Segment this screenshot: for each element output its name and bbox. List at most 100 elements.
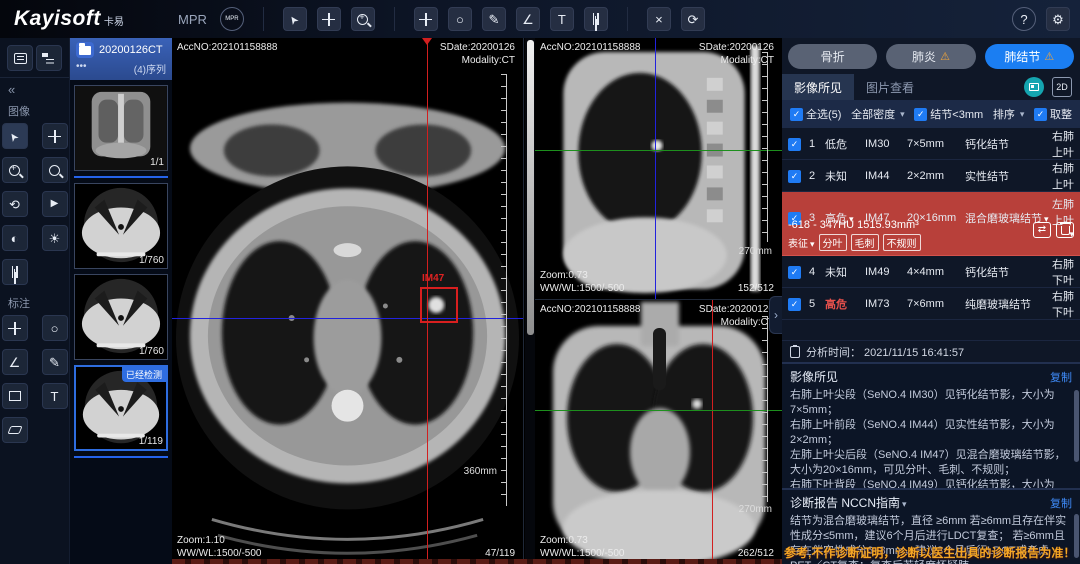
crosshair-tool-button[interactable] [414,7,438,31]
series-thumbnail-selected[interactable]: 已经检测 1/119 [74,365,168,451]
layout-list-button[interactable] [7,45,33,71]
top-toolbar: Kayisoft 卡易 MPR MPR ➤ ○ ✎ ∠ T × ⟳ ? ⚙ [0,0,1080,38]
play-icon: ▶ [51,199,59,209]
row-checkbox[interactable]: ✓ [788,138,801,151]
settings-button[interactable]: ⚙ [1046,7,1070,31]
nodule-row-5[interactable]: ✓ 5 高危 IM73 7×6mm 纯磨玻璃结节 右肺下叶 [782,288,1080,320]
axial-scrollbar[interactable] [525,38,535,564]
window-level-button[interactable] [2,259,28,285]
subtab-findings[interactable]: 影像所见 [782,74,854,101]
row-checkbox[interactable]: ✓ [788,298,801,311]
annotate-pencil-button[interactable]: ✎ [42,349,68,375]
subtab-picture-view[interactable]: 图片查看 [854,74,926,101]
risk-label: 未知 [825,264,865,280]
mpr-mode-button[interactable]: MPR [220,7,244,31]
feature-dropdown[interactable]: 表征▾ [788,235,815,250]
pointer-tool-button[interactable]: ➤ [2,123,28,149]
annotate-ellipse-button[interactable]: ○ [42,315,68,341]
tab-pneumonia[interactable]: 肺炎⚠ [886,44,975,69]
collapse-sidebar-button[interactable]: « [0,78,69,101]
crosshair-marker-icon [422,38,432,45]
row-checkbox[interactable]: ✓ [788,170,801,183]
coronal-crosshair-vertical[interactable] [712,300,713,564]
nodule-roi-box[interactable] [420,287,458,323]
pencil-tool-button[interactable]: ✎ [482,7,506,31]
nodule-type: 纯磨玻璃结节 [965,296,1051,312]
nodule-row-3-selected[interactable]: ✓ 3 高危▾ IM47 20×16mm 混合磨玻璃结节▾ 左肺上叶▾ -618… [782,192,1080,256]
zoom-wwwl-label: Zoom:0.73 WW/WL:1500/-500 [540,534,624,560]
tab-lung-nodule[interactable]: 肺结节⚠ [985,44,1074,69]
nodule-row-1[interactable]: ✓ 1 低危 IM30 7×5mm 钙化结节 右肺上叶 [782,128,1080,160]
2d-view-button[interactable]: 2D [1052,77,1072,97]
row-checkbox[interactable]: ✓ [788,266,801,279]
brightness-button[interactable]: ☀ [42,225,68,251]
more-icon[interactable]: ••• [76,61,87,76]
invert-contrast-button[interactable]: ◐ [2,225,28,251]
delete-nodule-button[interactable] [1056,222,1074,238]
nodule-row-4[interactable]: ✓ 4 未知 IM49 4×4mm 钙化结节 右肺下叶 [782,256,1080,288]
axial-scrollbar-thumb[interactable] [527,40,534,335]
axial-crosshair-horizontal[interactable] [172,318,523,319]
annotate-crosshair-button[interactable] [2,315,28,341]
slice-index-label: 152/512 [738,282,774,295]
sagittal-crosshair-horizontal[interactable] [535,150,782,151]
pan-tool-button[interactable] [42,123,68,149]
sort-dropdown[interactable]: 排序▾ [993,106,1025,122]
pan-tool-button[interactable] [317,7,341,31]
tab-fracture[interactable]: 骨折 [788,44,877,69]
nodule-row-2[interactable]: ✓ 2 未知 IM44 2×2mm 实性结节 右肺上叶 [782,160,1080,192]
coronal-viewport[interactable]: 270mm AccNO:202101158888 SDate:20200126 … [535,300,782,564]
small-nodule-checkbox[interactable]: ✓结节<3mm [914,106,983,122]
select-all-checkbox[interactable]: ✓全选(5) [790,106,841,122]
angle-tool-button[interactable]: ∠ [516,7,540,31]
series-panel: 20200126CT ••• (4)序列 1/1 [70,38,172,564]
thumbnail-index: 1/1 [150,157,164,168]
check-icon: ✓ [791,300,799,309]
series-thumbnail-2[interactable]: 1/760 [74,183,168,269]
window-level-tool-button[interactable] [584,7,608,31]
close-tool-button[interactable]: × [647,7,671,31]
series-thumbnail-3[interactable]: 1/760 [74,274,168,360]
round-checkbox[interactable]: ✓取整 [1034,106,1072,122]
folder-button[interactable] [76,42,94,58]
zoom-in-tool-button[interactable] [351,7,375,31]
text-tool-button[interactable]: T [550,7,574,31]
help-button[interactable]: ? [1012,7,1036,31]
reset-rotate-button[interactable]: ⟳ [681,7,705,31]
cine-play-button[interactable]: ▶ [42,191,68,217]
findings-scrollbar-thumb[interactable] [1074,390,1079,462]
sagittal-crosshair-vertical[interactable] [655,38,656,299]
series-tree-button[interactable] [36,45,62,71]
clipboard-icon [790,346,800,358]
disclaimer-text: 参考,不作诊断证明，诊断以医生出具的诊断报告为准！ [784,544,1075,561]
pointer-tool-button[interactable]: ➤ [283,7,307,31]
report-card-button[interactable] [1024,77,1044,97]
density-dropdown[interactable]: 全部密度▾ [851,106,905,122]
study-header[interactable]: 20200126CT ••• (4)序列 [70,38,172,80]
eraser-button[interactable] [2,417,28,443]
annotate-rectangle-button[interactable] [2,383,28,409]
sagittal-viewport[interactable]: 270mm AccNO:202101158888 SDate:20200126 … [535,38,782,300]
zoom-in-tool-button[interactable] [2,157,28,183]
compare-button[interactable]: ⇄ [1033,222,1051,238]
copy-report-button[interactable]: 复制 [1050,495,1072,511]
axial-viewport[interactable]: IM47 360mm AccNO:202101158888 SDate:2020… [172,38,524,564]
pencil-icon: ✎ [49,356,60,369]
nodule-type: 钙化结节 [965,264,1051,280]
study-date-modality-label: SDate:20200126 Modality:CT [699,41,774,67]
series-thumbnail-scout[interactable]: 1/1 [74,85,168,171]
copy-findings-button[interactable]: 复制 [1050,369,1072,385]
rotate-tool-button[interactable]: ⟲ [2,191,28,217]
magnify-tool-button[interactable] [42,157,68,183]
nodule-row-3-main[interactable]: ✓ 3 高危▾ IM47 20×16mm 混合磨玻璃结节▾ 左肺上叶▾ [782,192,1080,218]
coronal-crosshair-horizontal[interactable] [535,410,782,411]
panel-expand-handle[interactable]: › [769,296,782,334]
bottom-filmstrip [172,559,782,564]
annotate-text-button[interactable]: T [42,383,68,409]
ellipse-tool-button[interactable]: ○ [448,7,472,31]
pan-icon [48,130,61,143]
density-label: 全部密度 [851,106,895,122]
zoom-label: Zoom:0.73 [540,269,624,282]
annotate-angle-button[interactable]: ∠ [2,349,28,375]
report-title-dropdown[interactable]: 诊断报告 NCCN指南▾ [790,494,907,511]
